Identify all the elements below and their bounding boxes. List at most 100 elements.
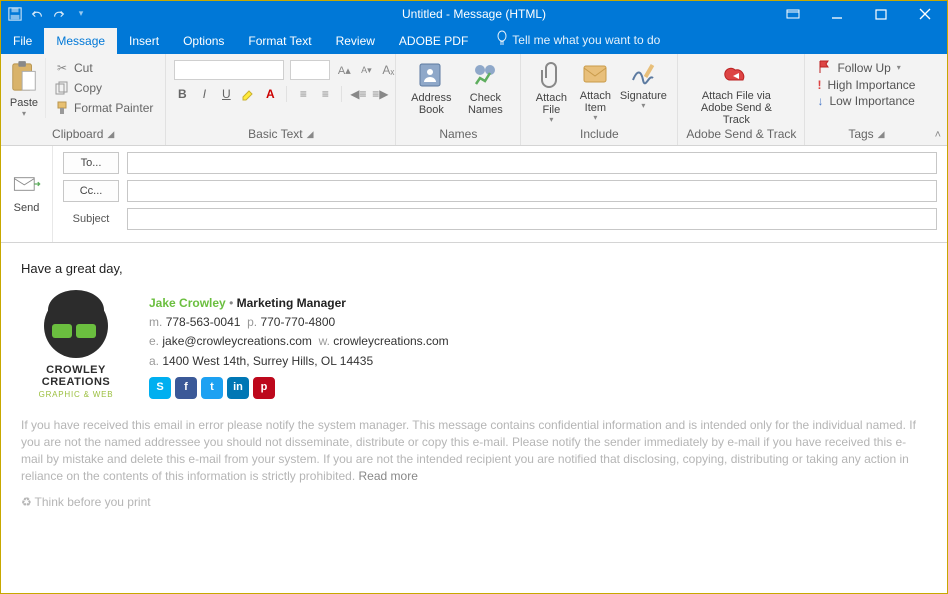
- facebook-icon[interactable]: f: [175, 377, 197, 399]
- pinterest-icon[interactable]: p: [253, 377, 275, 399]
- tab-format-text[interactable]: Format Text: [236, 28, 323, 54]
- attach-file-button[interactable]: Attach File ▾: [529, 58, 573, 125]
- increase-font-icon[interactable]: A▴: [336, 62, 352, 78]
- italic-icon[interactable]: I: [196, 86, 212, 102]
- read-more-link[interactable]: Read more: [359, 469, 418, 483]
- format-painter-label: Format Painter: [74, 101, 153, 115]
- tab-review[interactable]: Review: [324, 28, 387, 54]
- bullets-icon[interactable]: ≡: [295, 86, 311, 102]
- group-names: Address Book Check Names Names: [396, 54, 521, 145]
- sig-w-key: w.: [319, 334, 330, 348]
- recycle-icon: ♻: [21, 495, 32, 509]
- bold-icon[interactable]: B: [174, 86, 190, 102]
- tab-adobe-pdf[interactable]: ADOBE PDF: [387, 28, 480, 54]
- logo-line1: CROWLEY: [46, 364, 106, 376]
- address-book-button[interactable]: Address Book: [404, 58, 458, 116]
- cut-label: Cut: [74, 61, 93, 75]
- names-group-label: Names: [439, 127, 477, 141]
- lightbulb-icon: [496, 31, 508, 48]
- attach-item-icon: [581, 60, 609, 88]
- dialog-launcher-icon[interactable]: ◢: [878, 129, 885, 140]
- signature-button[interactable]: Signature ▾: [617, 58, 669, 111]
- undo-icon[interactable]: [29, 6, 45, 22]
- email-signature: CROWLEY CREATIONS GRAPHIC & WEB Jake Cro…: [21, 294, 927, 399]
- high-importance-button[interactable]: ! High Importance: [813, 77, 919, 93]
- paste-button[interactable]: Paste ▾: [9, 60, 39, 118]
- sig-a-key: a.: [149, 354, 159, 368]
- message-body[interactable]: Have a great day, CROWLEY CREATIONS GRAP…: [1, 243, 947, 593]
- to-input[interactable]: [127, 152, 937, 174]
- twitter-icon[interactable]: t: [201, 377, 223, 399]
- cc-input[interactable]: [127, 180, 937, 202]
- address-book-icon: [416, 60, 446, 90]
- low-importance-label: Low Importance: [829, 94, 914, 108]
- tell-me-search[interactable]: Tell me what you want to do: [488, 25, 668, 54]
- sig-w-val: crowleycreations.com: [333, 334, 448, 348]
- adobe-attach-button[interactable]: Attach File via Adobe Send & Track: [686, 58, 786, 126]
- group-tags: Follow Up ▾ ! High Importance ↓ Low Impo…: [805, 54, 927, 145]
- message-header-fields: Send To... Cc... Subject: [1, 146, 947, 243]
- copy-label: Copy: [74, 81, 102, 95]
- increase-indent-icon[interactable]: ≡▶: [372, 86, 388, 102]
- tab-file[interactable]: File: [1, 28, 44, 54]
- attach-item-button[interactable]: Attach Item ▾: [573, 58, 617, 123]
- paintbrush-icon: [54, 100, 70, 116]
- copy-button[interactable]: Copy: [50, 78, 157, 98]
- close-icon[interactable]: [903, 1, 947, 26]
- underline-icon[interactable]: U: [218, 86, 234, 102]
- save-icon[interactable]: [7, 6, 23, 22]
- tags-group-label: Tags: [848, 127, 873, 141]
- highlight-icon[interactable]: [240, 86, 256, 102]
- maximize-icon[interactable]: [859, 1, 903, 26]
- signature-details: Jake Crowley • Marketing Manager m. 778-…: [149, 294, 449, 399]
- tab-options[interactable]: Options: [171, 28, 236, 54]
- linkedin-icon[interactable]: in: [227, 377, 249, 399]
- group-clipboard: Paste ▾ ✂ Cut Copy Format Painter C: [1, 54, 166, 145]
- cut-button[interactable]: ✂ Cut: [50, 58, 157, 78]
- sig-a-val: 1400 West 14th, Surrey Hills, OL 14435: [162, 354, 373, 368]
- follow-up-button[interactable]: Follow Up ▾: [813, 58, 904, 77]
- sig-role: Marketing Manager: [237, 296, 346, 310]
- font-size-combo[interactable]: [290, 60, 330, 80]
- tab-insert[interactable]: Insert: [117, 28, 171, 54]
- check-names-icon: [470, 60, 500, 90]
- skype-icon[interactable]: S: [149, 377, 171, 399]
- clipboard-group-label: Clipboard: [52, 127, 103, 141]
- window-title: Untitled - Message (HTML): [402, 7, 546, 21]
- qat-dropdown-icon[interactable]: ▾: [73, 6, 89, 22]
- sig-m-val: 778-563-0041: [166, 315, 241, 329]
- numbering-icon[interactable]: ≡: [317, 86, 333, 102]
- font-family-combo[interactable]: [174, 60, 284, 80]
- paste-icon: [9, 60, 39, 94]
- format-painter-button[interactable]: Format Painter: [50, 98, 157, 118]
- send-button[interactable]: Send: [13, 175, 41, 214]
- sig-bullet: •: [229, 296, 233, 310]
- include-group-label: Include: [580, 127, 619, 141]
- redo-icon[interactable]: [51, 6, 67, 22]
- ribbon-display-icon[interactable]: [771, 1, 815, 26]
- signature-logo: CROWLEY CREATIONS GRAPHIC & WEB: [21, 294, 131, 399]
- tab-message[interactable]: Message: [44, 28, 117, 54]
- quick-access-toolbar: ▾: [1, 6, 89, 22]
- attach-file-label: Attach File: [531, 92, 571, 116]
- cc-button[interactable]: Cc...: [63, 180, 119, 202]
- to-button[interactable]: To...: [63, 152, 119, 174]
- minimize-icon[interactable]: [815, 1, 859, 26]
- chevron-down-icon: ▾: [641, 102, 645, 111]
- subject-input[interactable]: [127, 208, 937, 230]
- check-names-button[interactable]: Check Names: [458, 58, 512, 116]
- decrease-font-icon[interactable]: A▾: [358, 62, 374, 78]
- think-before-print: ♻ Think before you print: [21, 495, 927, 509]
- body-greeting: Have a great day,: [21, 261, 927, 276]
- low-importance-button[interactable]: ↓ Low Importance: [813, 93, 918, 109]
- collapse-ribbon-icon[interactable]: ˄: [935, 129, 941, 141]
- group-adobe: Attach File via Adobe Send & Track Adobe…: [678, 54, 805, 145]
- font-color-icon[interactable]: A: [262, 86, 278, 102]
- decrease-indent-icon[interactable]: ◀≡: [350, 86, 366, 102]
- dialog-launcher-icon[interactable]: ◢: [107, 129, 114, 140]
- down-arrow-icon: ↓: [817, 94, 823, 108]
- envelope-send-icon: [13, 175, 41, 193]
- sig-m-key: m.: [149, 315, 162, 329]
- dialog-launcher-icon[interactable]: ◢: [307, 129, 314, 140]
- clear-format-icon[interactable]: Aₓ: [380, 62, 396, 78]
